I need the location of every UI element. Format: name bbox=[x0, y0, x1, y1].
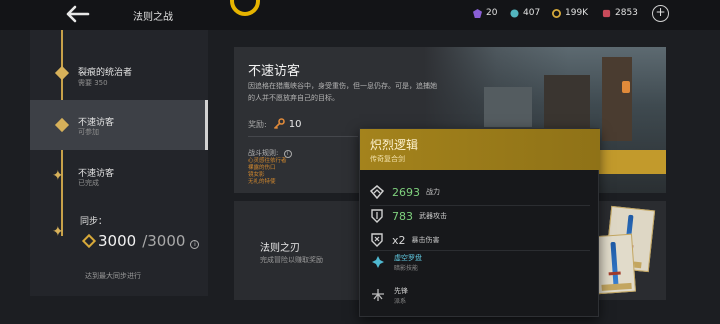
add-currency-button[interactable]: + bbox=[652, 5, 669, 22]
node-title: 裂痕的统治者 bbox=[78, 68, 133, 78]
key-icon bbox=[273, 118, 285, 130]
ability-type: 暗影技能 bbox=[394, 265, 419, 272]
info-icon[interactable]: i bbox=[190, 240, 200, 249]
rule-item: 镜女影 bbox=[248, 172, 265, 178]
resource-coins-value: 199K bbox=[565, 8, 589, 18]
resource-orbs-value: 407 bbox=[523, 8, 541, 18]
blade-subtitle: 完成冒险以赚取奖励 bbox=[260, 256, 323, 264]
sync-max: /3000 bbox=[142, 232, 186, 250]
resource-orbs[interactable]: 407 bbox=[510, 8, 540, 18]
stat-label: 武器攻击 bbox=[419, 212, 447, 220]
resource-gems[interactable]: 20 bbox=[473, 8, 497, 18]
arrow-left-icon bbox=[66, 5, 90, 23]
purple-gem-icon bbox=[473, 8, 482, 18]
lantern-glow bbox=[622, 81, 630, 93]
ruin-shape bbox=[484, 87, 532, 127]
sync-coin-icon bbox=[81, 233, 97, 249]
stat-label: 战力 bbox=[426, 188, 440, 196]
power-icon bbox=[370, 185, 384, 199]
item-type: 传奇复合剑 bbox=[370, 155, 405, 163]
plus-icon: + bbox=[655, 5, 666, 19]
reward-label: 奖励: bbox=[248, 119, 267, 129]
gold-coin-icon bbox=[552, 8, 561, 18]
sword-hilt bbox=[608, 271, 621, 276]
rules-list: 心灵感往依行者 裸露的伤口 镜女影 无礼的特使 bbox=[248, 158, 287, 186]
card-label bbox=[601, 282, 632, 291]
stat-attack: 783 武器攻击 bbox=[370, 206, 590, 226]
divider bbox=[370, 250, 590, 251]
rules-label-text: 战斗规则: bbox=[248, 149, 279, 157]
back-button[interactable] bbox=[64, 4, 92, 24]
class-name: 先锋 bbox=[394, 287, 408, 295]
node-marker-icon bbox=[54, 65, 70, 81]
sync-value: 3000 /3000 i bbox=[98, 232, 200, 250]
event-title: 不速访客 bbox=[248, 64, 301, 79]
node-subtitle: 已完成 bbox=[78, 179, 99, 187]
resource-gems-value: 20 bbox=[486, 8, 498, 18]
faction-emblem-icon bbox=[230, 0, 260, 16]
item-tooltip: 炽烈逻辑 传奇复合剑 2693 战力 783 武器攻击 x2 暴击伤害 虚空罗盘… bbox=[359, 128, 600, 317]
stat-label: 暴击伤害 bbox=[411, 236, 440, 244]
resource-coins[interactable]: 199K bbox=[552, 8, 588, 18]
teal-orb-icon bbox=[510, 8, 519, 18]
red-crystal-icon bbox=[602, 9, 611, 17]
stat-crit: x2 暴击伤害 bbox=[370, 230, 590, 250]
reward-value: 10 bbox=[288, 118, 302, 130]
rule-item: 心灵感往依行者 bbox=[248, 158, 287, 164]
star-marker-icon: ✦ bbox=[52, 168, 64, 184]
top-bar: 法则之战 20 407 199K 2853 + bbox=[0, 0, 720, 30]
track-node-visitor-done[interactable]: ✦ 不速访客 已完成 bbox=[30, 152, 208, 202]
stat-value: 2693 bbox=[392, 185, 420, 199]
track-node-visitor-active[interactable]: 不速访客 可参加 bbox=[30, 100, 208, 150]
class-type: 派系 bbox=[394, 298, 407, 305]
stat-power: 2693 战力 bbox=[370, 182, 590, 202]
vanguard-class-icon bbox=[372, 289, 384, 301]
tooltip-header: 炽烈逻辑 传奇复合剑 bbox=[360, 129, 600, 170]
divider bbox=[248, 136, 358, 137]
sync-current: 3000 bbox=[98, 232, 137, 250]
rules-label: 战斗规则: i bbox=[248, 148, 292, 158]
item-name: 炽烈逻辑 bbox=[370, 138, 419, 152]
blade-title: 法则之刃 bbox=[260, 243, 300, 254]
sync-label: 同步： bbox=[80, 217, 108, 227]
node-subtitle: 需要 350 bbox=[78, 79, 108, 87]
ability-name: 虚空罗盘 bbox=[394, 254, 422, 262]
node-subtitle: 可参加 bbox=[78, 128, 99, 136]
stat-value: 783 bbox=[392, 209, 413, 223]
attack-icon bbox=[371, 209, 383, 223]
void-compass-icon bbox=[372, 256, 384, 268]
resource-crystals[interactable]: 2853 bbox=[602, 8, 638, 18]
rule-item: 无礼的特使 bbox=[248, 179, 276, 185]
event-reward: 奖励: 10 bbox=[248, 118, 301, 130]
star-marker-icon: ✦ bbox=[52, 224, 64, 240]
track-node-ruler[interactable]: 裂痕的统治者 需要 350 bbox=[30, 50, 208, 100]
event-description: 因追格在猎鹰峡谷中，身受重伤，但一息仍存。可是，追捕她的人并不愿放弃自己的目标。 bbox=[248, 82, 437, 102]
node-marker-icon bbox=[54, 117, 70, 133]
rule-item: 裸露的伤口 bbox=[248, 165, 276, 171]
crit-icon bbox=[371, 233, 383, 247]
resource-crystals-value: 2853 bbox=[615, 8, 638, 18]
sync-note: 达到最大同步进行 bbox=[85, 272, 141, 280]
page-title: 法则之战 bbox=[133, 12, 173, 23]
ruin-shape bbox=[602, 57, 632, 141]
progress-track: 裂痕的统治者 需要 350 不速访客 可参加 ✦ 不速访客 已完成 ✦ 同步： … bbox=[30, 30, 208, 296]
info-icon[interactable]: i bbox=[283, 150, 292, 158]
stat-value: x2 bbox=[392, 233, 406, 247]
sword-icon bbox=[610, 241, 619, 289]
